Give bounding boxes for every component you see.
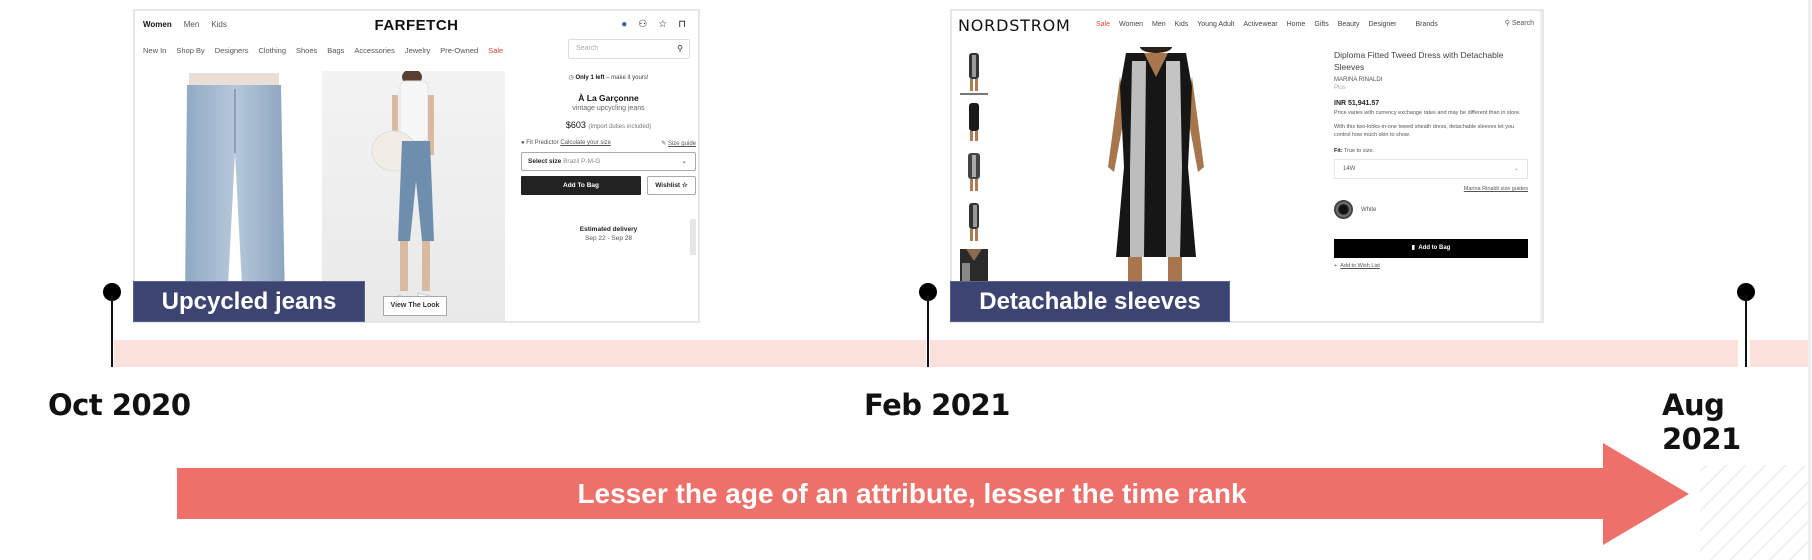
timeline-band [114, 340, 926, 367]
nordstrom-screenshot: NORDSTROM Sale Women Men Kids Young Adul… [950, 9, 1544, 323]
farfetch-product-panel: ◷ Only 1 left – make it yours! À La Garç… [521, 71, 696, 242]
wishlist-button[interactable]: Wishlist ☆ [647, 176, 696, 195]
caption-upcycled-jeans: Upcycled jeans [133, 281, 365, 322]
nav-beauty[interactable]: Beauty [1338, 21, 1360, 28]
search-icon: ⚲ [1504, 20, 1510, 27]
ruler-icon: ✎ [661, 141, 667, 147]
plus-icon: + [1334, 263, 1338, 270]
color-swatch[interactable] [1334, 200, 1353, 220]
chevron-down-icon: ⌄ [1513, 166, 1519, 173]
nav-sale[interactable]: Sale [488, 46, 503, 55]
nav-kids[interactable]: Kids [1175, 21, 1189, 28]
size-guide-link[interactable]: Marina Rinaldi size guides [1334, 186, 1528, 192]
nav-accessories[interactable]: Accessories [354, 46, 394, 55]
account-icon[interactable]: ⚇ [638, 19, 647, 30]
nav-shoes[interactable]: Shoes [296, 46, 317, 55]
timeline-marker-line [1745, 295, 1747, 367]
add-to-wishlist-link[interactable]: + Add to Wish List [1334, 263, 1528, 269]
arrow-label: Lesser the age of an attribute, lesser t… [577, 478, 1247, 509]
fit-predictor-icon: ● [521, 140, 525, 146]
thumbnail[interactable] [960, 199, 988, 245]
page-edge-rule [1808, 0, 1811, 560]
nav-new-in[interactable]: New In [143, 46, 166, 55]
nav-designers[interactable]: Designers [215, 46, 249, 55]
wishlist-star-icon[interactable]: ☆ [658, 19, 667, 30]
nordstrom-logo[interactable]: NORDSTROM [958, 16, 1071, 35]
product-brand[interactable]: À La Garçonne [521, 93, 696, 103]
add-to-bag-button[interactable]: ▮ Add to Bag [1334, 239, 1528, 259]
select-size-dropdown[interactable]: Select size Brazil P-M-G ⌄ [521, 152, 696, 171]
add-to-bag-button[interactable]: Add To Bag [521, 176, 641, 195]
thumbnail[interactable] [960, 49, 988, 95]
scrollbar[interactable] [690, 219, 696, 255]
nav-gifts[interactable]: Gifts [1314, 21, 1328, 28]
date-label-feb-2021: Feb 2021 [864, 388, 1010, 422]
timeline-band [1750, 340, 1808, 367]
nav-designer[interactable]: Designer [1369, 21, 1397, 28]
star-icon: ☆ [681, 182, 688, 189]
nav-home[interactable]: Home [1287, 21, 1306, 28]
nav-men[interactable]: Men [1152, 21, 1166, 28]
bag-icon: ▮ [1411, 245, 1415, 252]
nav-women[interactable]: Women [1119, 21, 1143, 28]
estimated-delivery-label: Estimated delivery [579, 226, 638, 233]
size-type: Plus [1334, 84, 1346, 91]
fit-info: Fit: True to size. [1334, 148, 1375, 155]
jeans-product-image [185, 73, 285, 305]
chevron-down-icon: ⌄ [681, 158, 687, 165]
color-label: White [1361, 206, 1377, 213]
scrollbar[interactable] [1540, 11, 1542, 321]
product-title: Diploma Fitted Tweed Dress with Detachab… [1334, 50, 1504, 73]
farfetch-header-icons: ● ⚇ ☆ ⊓ [621, 19, 686, 30]
nordstrom-search-button[interactable]: ⚲ Search [1505, 19, 1534, 27]
caption-detachable-sleeves: Detachable sleeves [950, 281, 1230, 322]
size-dropdown[interactable]: 14W ⌄ [1334, 159, 1528, 180]
flag-icon[interactable]: ● [621, 19, 627, 30]
farfetch-nav: New In Shop By Designers Clothing Shoes … [143, 46, 503, 55]
farfetch-screenshot: Women Men Kids FARFETCH ● ⚇ ☆ ⊓ New In S… [133, 9, 700, 323]
nav-pre-owned[interactable]: Pre-Owned [440, 46, 478, 55]
thumbnail[interactable] [960, 149, 988, 195]
nav-young-adult[interactable]: Young Adult [1197, 21, 1234, 28]
nav-brands[interactable]: Brands [1416, 21, 1438, 28]
bag-icon[interactable]: ⊓ [678, 19, 686, 30]
product-description: With this two-looks-in-one tweed sheath … [1334, 123, 1515, 139]
product-price: INR 51,941.57 [1334, 99, 1380, 107]
decorative-hatch [1700, 465, 1808, 560]
nav-jewelry[interactable]: Jewelry [405, 46, 430, 55]
thumbnail-list [960, 49, 990, 299]
timeline-band [930, 340, 1738, 367]
nav-shop-by[interactable]: Shop By [176, 46, 204, 55]
product-price: $603 (Import duties included) [565, 120, 652, 130]
farfetch-search-input[interactable]: Search ⚲ [568, 39, 690, 59]
nordstrom-product-panel: Diploma Fitted Tweed Dress with Detachab… [1334, 49, 1528, 269]
date-label-oct-2020: Oct 2020 [48, 388, 191, 422]
delivery-dates: Sep 22 - Sep 28 [585, 235, 632, 242]
fit-row: ● Fit Predictor Calculate your size ✎ Si… [521, 140, 696, 147]
nav-clothing[interactable]: Clothing [258, 46, 286, 55]
nav-sale[interactable]: Sale [1096, 21, 1110, 28]
timeline-marker-line [111, 295, 113, 367]
product-brand[interactable]: MARINA RINALDI [1334, 77, 1528, 83]
nav-bags[interactable]: Bags [327, 46, 344, 55]
thumbnail[interactable] [960, 99, 988, 145]
price-note: Price varies with currency exchange rate… [1334, 109, 1521, 116]
nordstrom-nav: Sale Women Men Kids Young Adult Activewe… [1096, 21, 1438, 28]
search-placeholder: Search [576, 45, 599, 52]
search-icon[interactable]: ⚲ [677, 44, 683, 53]
view-the-look-button[interactable]: View The Look [383, 296, 447, 316]
farfetch-logo[interactable]: FARFETCH [135, 17, 698, 34]
calculate-size-link[interactable]: Calculate your size [560, 140, 611, 146]
nav-activewear[interactable]: Activewear [1243, 21, 1277, 28]
size-guide-link[interactable]: Size guide [668, 141, 696, 147]
product-description: vintage upcycling jeans [572, 105, 645, 112]
timeline-marker-line [927, 295, 929, 367]
stock-notice: ◷ Only 1 left – make it yours! [568, 75, 649, 81]
